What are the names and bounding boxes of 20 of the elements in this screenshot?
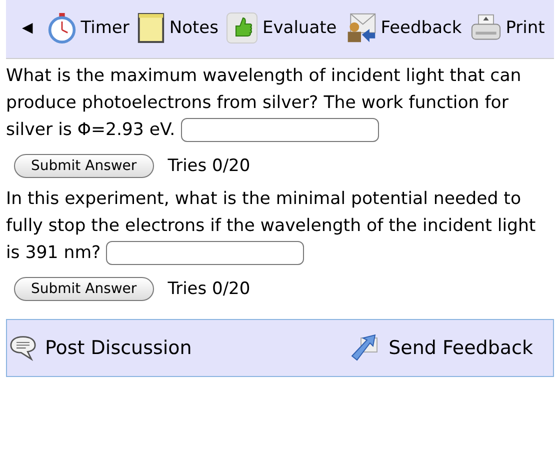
- toolbar-button[interactable]: Feedback: [344, 12, 462, 44]
- send-feedback-link[interactable]: Send Feedback: [348, 332, 533, 364]
- submit-answer-button[interactable]: Submit Answer: [14, 277, 154, 301]
- post-discussion-link[interactable]: Post Discussion: [9, 335, 192, 361]
- question-text: What is the maximum wavelength of incident light that can produce photoelectrons from silver? The work function for silver is Φ=2.93 eV.: [6, 63, 554, 144]
- answer-field[interactable]: [180, 118, 379, 142]
- thumbs-up-icon: [226, 12, 258, 44]
- toolbar-button[interactable]: Notes: [137, 12, 218, 44]
- tries-counter: Tries 0/20: [168, 156, 250, 176]
- speech-bubble-icon: [9, 335, 37, 361]
- question-text: In this experiment, what is the minimal potential needed to fully stop the electrons if the wavelength of the incident light is 391 nm?: [6, 186, 554, 267]
- stopwatch-icon: [46, 12, 77, 44]
- note-icon: [137, 12, 166, 44]
- back-button[interactable]: ◀: [22, 20, 33, 36]
- tries-counter: Tries 0/20: [168, 279, 250, 299]
- submit-answer-button[interactable]: Submit Answer: [14, 154, 154, 178]
- answer-field[interactable]: [106, 241, 304, 266]
- toolbar-button[interactable]: Evaluate: [226, 12, 337, 44]
- toolbar-button[interactable]: Timer: [46, 12, 130, 44]
- toolbar-button[interactable]: Print: [470, 13, 545, 43]
